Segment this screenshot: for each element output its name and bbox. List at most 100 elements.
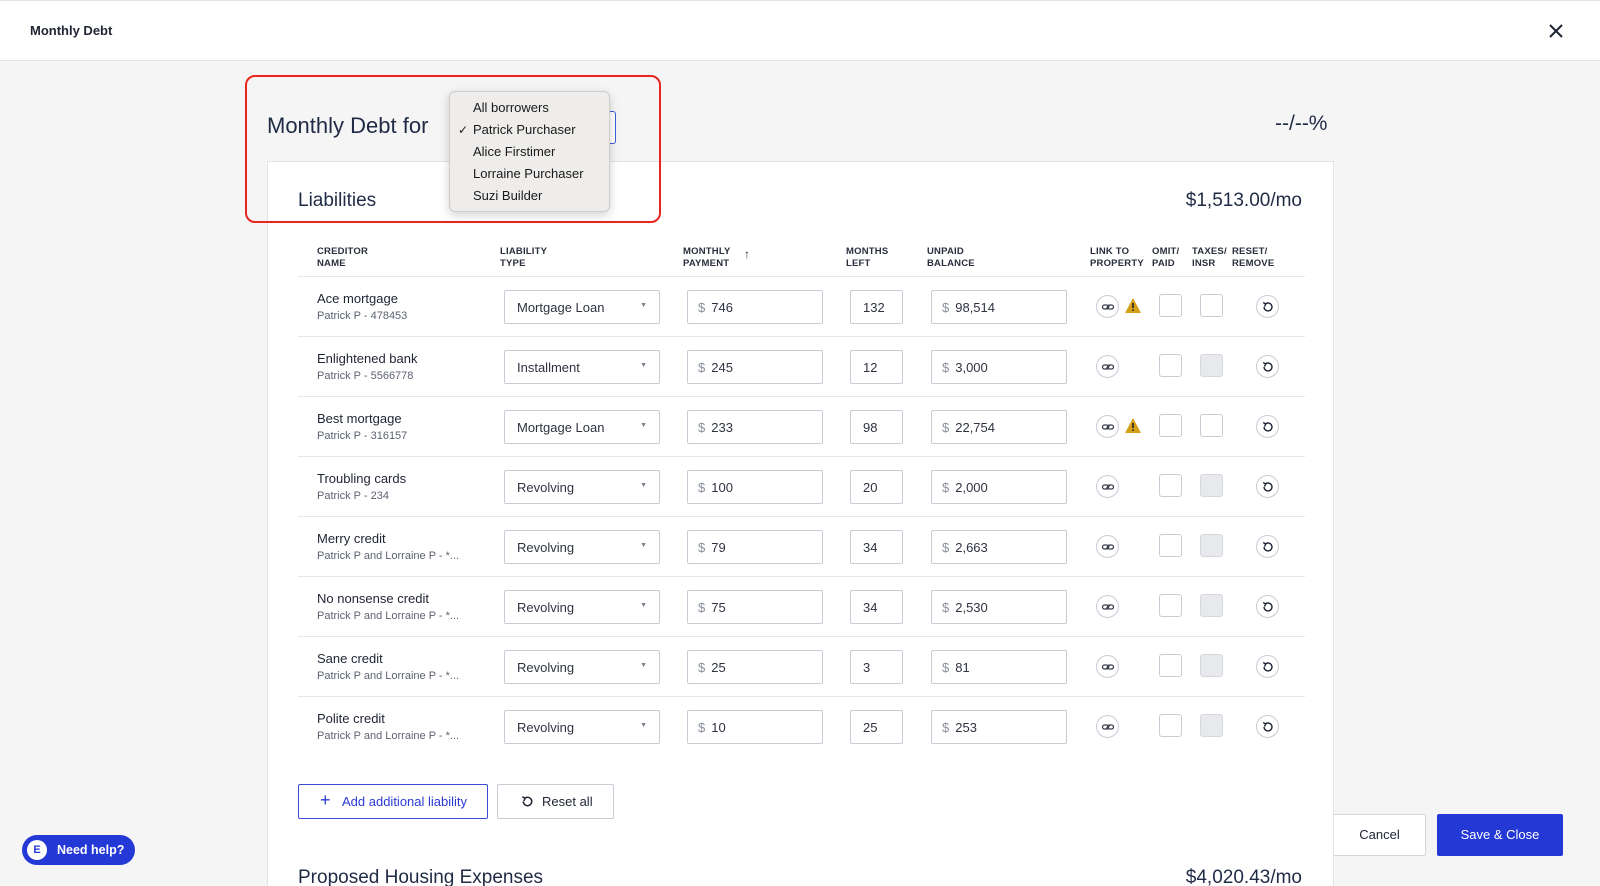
unpaid-balance-input[interactable]: $253 xyxy=(931,710,1067,744)
col-monthly-payment[interactable]: MONTHLY PAYMENT ↑ xyxy=(683,246,750,270)
taxes-insr-checkbox xyxy=(1200,474,1223,497)
cancel-button[interactable]: Cancel xyxy=(1334,814,1426,856)
add-liability-button[interactable]: + Add additional liability xyxy=(298,784,488,819)
monthly-payment-value: 233 xyxy=(711,420,733,435)
omit-paid-checkbox[interactable] xyxy=(1159,654,1182,677)
monthly-payment-input[interactable]: $79 xyxy=(687,530,823,564)
currency-symbol: $ xyxy=(698,540,706,555)
borrower-option[interactable]: ✓ Patrick Purchaser xyxy=(450,119,609,141)
liability-type-value: Revolving xyxy=(517,600,575,615)
caret-down-icon: ▼ xyxy=(640,662,647,669)
monthly-payment-input[interactable]: $100 xyxy=(687,470,823,504)
currency-symbol: $ xyxy=(698,360,706,375)
unpaid-balance-input[interactable]: $2,530 xyxy=(931,590,1067,624)
omit-paid-checkbox[interactable] xyxy=(1159,294,1182,317)
omit-paid-checkbox[interactable] xyxy=(1159,714,1182,737)
unpaid-balance-input[interactable]: $2,000 xyxy=(931,470,1067,504)
creditor-account: Patrick P and Lorraine P - *... xyxy=(317,550,460,562)
window-title: Monthly Debt xyxy=(30,23,113,38)
taxes-insr-checkbox[interactable] xyxy=(1200,414,1223,437)
months-left-input[interactable]: 20 xyxy=(850,470,903,504)
need-help-label: Need help? xyxy=(57,843,125,857)
liability-type-select[interactable]: Revolving ▼ xyxy=(504,530,660,564)
liability-type-select[interactable]: Revolving ▼ xyxy=(504,710,660,744)
borrower-option[interactable]: Suzi Builder xyxy=(450,185,609,207)
creditor-account: Patrick P and Lorraine P - *... xyxy=(317,670,460,682)
link-to-property-button[interactable] xyxy=(1096,655,1119,678)
taxes-insr-checkbox xyxy=(1200,714,1223,737)
table-row: Sane credit Patrick P and Lorraine P - *.… xyxy=(298,636,1305,697)
liability-type-select[interactable]: Installment ▼ xyxy=(504,350,660,384)
liabilities-title: Liabilities xyxy=(298,190,377,211)
monthly-payment-input[interactable]: $245 xyxy=(687,350,823,384)
omit-paid-checkbox[interactable] xyxy=(1159,414,1182,437)
caret-down-icon: ▼ xyxy=(640,722,647,729)
col-liability-type: LIABILITY TYPE xyxy=(500,246,548,269)
link-to-property-button[interactable] xyxy=(1096,715,1119,738)
unpaid-balance-value: 2,663 xyxy=(955,540,988,555)
liability-type-select[interactable]: Mortgage Loan ▼ xyxy=(504,290,660,324)
monthly-payment-input[interactable]: $10 xyxy=(687,710,823,744)
monthly-payment-value: 79 xyxy=(711,540,726,555)
sort-ascending-icon[interactable]: ↑ xyxy=(744,248,750,260)
link-to-property-button[interactable] xyxy=(1096,535,1119,558)
unpaid-balance-input[interactable]: $3,000 xyxy=(931,350,1067,384)
help-logo-icon: E xyxy=(27,840,47,860)
need-help-button[interactable]: E Need help? xyxy=(22,835,135,865)
taxes-insr-checkbox[interactable] xyxy=(1200,294,1223,317)
save-close-button[interactable]: Save & Close xyxy=(1437,814,1563,856)
creditor-account: Patrick P and Lorraine P - *... xyxy=(317,610,460,622)
col-omit-paid: OMIT/PAID xyxy=(1152,246,1180,269)
close-icon[interactable] xyxy=(1546,21,1566,41)
omit-paid-checkbox[interactable] xyxy=(1159,354,1182,377)
borrower-option[interactable]: Lorraine Purchaser xyxy=(450,163,609,185)
liability-type-select[interactable]: Revolving ▼ xyxy=(504,470,660,504)
reset-row-button[interactable] xyxy=(1256,715,1279,738)
reset-row-button[interactable] xyxy=(1256,475,1279,498)
liability-type-select[interactable]: Revolving ▼ xyxy=(504,590,660,624)
link-to-property-button[interactable] xyxy=(1096,595,1119,618)
months-left-input[interactable]: 34 xyxy=(850,530,903,564)
link-to-property-button[interactable] xyxy=(1096,355,1119,378)
months-left-input[interactable]: 34 xyxy=(850,590,903,624)
currency-symbol: $ xyxy=(698,660,706,675)
reset-row-button[interactable] xyxy=(1256,595,1279,618)
months-left-input[interactable]: 98 xyxy=(850,410,903,444)
omit-paid-checkbox[interactable] xyxy=(1159,534,1182,557)
link-to-property-button[interactable] xyxy=(1096,415,1119,438)
reset-row-button[interactable] xyxy=(1256,655,1279,678)
unpaid-balance-input[interactable]: $81 xyxy=(931,650,1067,684)
months-left-input[interactable]: 3 xyxy=(850,650,903,684)
liability-type-value: Installment xyxy=(517,360,580,375)
borrower-dropdown: All borrowers ✓ Patrick Purchaser Alice Fir… xyxy=(449,91,610,212)
link-to-property-button[interactable] xyxy=(1096,475,1119,498)
taxes-insr-checkbox xyxy=(1200,534,1223,557)
creditor-account: Patrick P - 478453 xyxy=(317,310,408,322)
link-to-property-button[interactable] xyxy=(1096,295,1119,318)
reset-row-button[interactable] xyxy=(1256,415,1279,438)
unpaid-balance-input[interactable]: $22,754 xyxy=(931,410,1067,444)
liability-type-select[interactable]: Mortgage Loan ▼ xyxy=(504,410,660,444)
months-left-input[interactable]: 25 xyxy=(850,710,903,744)
months-left-input[interactable]: 12 xyxy=(850,350,903,384)
currency-symbol: $ xyxy=(698,480,706,495)
reset-row-button[interactable] xyxy=(1256,295,1279,318)
liability-type-select[interactable]: Revolving ▼ xyxy=(504,650,660,684)
reset-row-button[interactable] xyxy=(1256,355,1279,378)
omit-paid-checkbox[interactable] xyxy=(1159,594,1182,617)
unpaid-balance-input[interactable]: $2,663 xyxy=(931,530,1067,564)
unpaid-balance-input[interactable]: $98,514 xyxy=(931,290,1067,324)
liability-type-value: Revolving xyxy=(517,720,575,735)
liability-type-value: Revolving xyxy=(517,540,575,555)
monthly-payment-input[interactable]: $25 xyxy=(687,650,823,684)
monthly-payment-input[interactable]: $746 xyxy=(687,290,823,324)
monthly-payment-input[interactable]: $233 xyxy=(687,410,823,444)
reset-all-button[interactable]: Reset all xyxy=(497,784,614,819)
borrower-option[interactable]: Alice Firstimer xyxy=(450,141,609,163)
months-left-input[interactable]: 132 xyxy=(850,290,903,324)
reset-row-button[interactable] xyxy=(1256,535,1279,558)
borrower-option[interactable]: All borrowers xyxy=(450,97,609,119)
omit-paid-checkbox[interactable] xyxy=(1159,474,1182,497)
page-heading: Monthly Debt for xyxy=(267,113,429,138)
monthly-payment-input[interactable]: $75 xyxy=(687,590,823,624)
